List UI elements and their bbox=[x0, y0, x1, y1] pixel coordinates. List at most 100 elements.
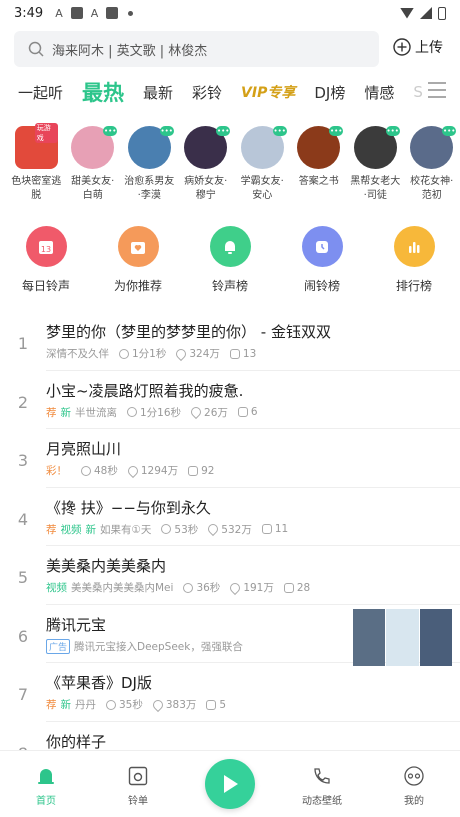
song-heat: 1294万 bbox=[140, 465, 179, 477]
add-circle-icon bbox=[393, 38, 411, 56]
song-title: 你的样子 bbox=[46, 732, 107, 751]
song-comments: 6 bbox=[250, 406, 258, 418]
ranking-button[interactable]: 排行榜 bbox=[368, 226, 460, 296]
avatar-item[interactable]: ••• 学霸女友·安心 bbox=[234, 126, 291, 212]
fire-icon bbox=[206, 521, 221, 537]
recommend-button[interactable]: 为你推荐 bbox=[92, 226, 184, 296]
avatar-label: 病娇女友·穆宁 bbox=[184, 176, 228, 201]
song-rank: 5 bbox=[17, 568, 29, 587]
status-time: 3:49 bbox=[14, 5, 44, 21]
character-avatar-row: 玩游戏 色块密室逃脱 ••• 甜美女友·白萌 ••• 治愈系男友·李漠 ••• … bbox=[8, 123, 460, 212]
song-heat: 191万 bbox=[243, 582, 274, 594]
song-rank: 4 bbox=[17, 509, 29, 529]
search-input[interactable]: 海来阿木 | 英文歌 | 林俊杰 bbox=[14, 31, 379, 67]
chat-badge-icon: ••• bbox=[442, 126, 457, 136]
ad-title: 腾讯元宝 bbox=[46, 615, 107, 634]
nav-label: 动态壁纸 bbox=[302, 796, 342, 807]
tab-listen-together[interactable]: 一起听 bbox=[18, 82, 63, 103]
avatar-item[interactable]: ••• 治愈系男友·李漠 bbox=[121, 126, 178, 212]
nav-playlist[interactable]: 铃单 bbox=[92, 751, 184, 817]
comment-meta: 5 bbox=[206, 699, 226, 711]
nav-label: 首页 bbox=[36, 796, 56, 807]
avatar-label: 校花女神·范初 bbox=[410, 176, 454, 201]
tab-vip[interactable]: VIP专享 bbox=[241, 82, 295, 102]
song-list: 1 梦里的你（梦里的梦梦里的你） - 金钰双双 深情不及久伴 1分1秒 324万… bbox=[0, 312, 460, 780]
comment-meta: 13 bbox=[229, 348, 256, 360]
duration-meta: 35秒 bbox=[106, 697, 143, 712]
tab-hottest[interactable]: 最热 bbox=[82, 77, 124, 107]
new-tag: 新 bbox=[85, 523, 97, 536]
heart-bag-icon bbox=[117, 226, 159, 267]
song-rank: 6 bbox=[17, 626, 29, 646]
playlist-icon bbox=[128, 766, 148, 786]
nav-profile[interactable]: 我的 bbox=[368, 751, 460, 817]
avatar-label: 色块密室逃脱 bbox=[11, 176, 62, 201]
ad-meta: 广告 腾讯元宝接入DeepSeek，强强联合 bbox=[46, 638, 243, 654]
avatar-item[interactable]: ••• 答案之书 bbox=[291, 126, 348, 212]
avatar-label: 答案之书 bbox=[298, 176, 339, 187]
song-comments: 28 bbox=[296, 581, 311, 594]
quick-action-label: 排行榜 bbox=[395, 279, 432, 293]
nav-live-wallpaper[interactable]: 动态壁纸 bbox=[276, 751, 368, 817]
ringtone-chart-button[interactable]: 铃声榜 bbox=[184, 226, 276, 296]
song-row[interactable]: 2 小宝~凌晨路灯照着我的疲惫. 荐 新 半世流离 1分16秒 26万 6 bbox=[18, 371, 460, 429]
avatar-item[interactable]: ••• 校花女神·范初 bbox=[404, 126, 460, 212]
tab-dj-chart[interactable]: DJ榜 bbox=[314, 82, 345, 103]
clock-icon bbox=[106, 699, 116, 710]
nav-label: 铃单 bbox=[128, 796, 148, 807]
heat-meta: 324万 bbox=[174, 346, 220, 361]
phone-video-icon bbox=[314, 768, 330, 784]
avatar-label: 治愈系男友·李漠 bbox=[124, 176, 175, 201]
home-bell-icon bbox=[38, 769, 54, 784]
ad-row[interactable]: 6 腾讯元宝 广告 腾讯元宝接入DeepSeek，强强联合 bbox=[18, 605, 460, 666]
new-tag: 新 bbox=[60, 406, 72, 419]
avatar-item[interactable]: ••• 甜美女友·白萌 bbox=[65, 126, 122, 212]
tab-ringback[interactable]: 彩铃 bbox=[192, 82, 222, 103]
quick-action-label: 铃声榜 bbox=[211, 279, 248, 293]
duration-meta: 1分16秒 bbox=[127, 405, 181, 420]
song-artist: 如果有①天 bbox=[100, 523, 152, 536]
fire-icon bbox=[174, 346, 189, 361]
tab-newest[interactable]: 最新 bbox=[143, 82, 173, 103]
comment-icon bbox=[237, 407, 248, 417]
notification-icon-2 bbox=[106, 7, 119, 19]
song-row[interactable]: 5 美美桑内美美桑内 视频 美美桑内美美桑内Mei 36秒 191万 28 bbox=[18, 546, 460, 605]
song-artist: 半世流离 bbox=[75, 406, 117, 419]
ad-thumbnail[interactable] bbox=[353, 608, 453, 666]
song-row[interactable]: 4 《搀 扶》−−与你到永久 荐 视频 新 如果有①天 53秒 532万 11 bbox=[18, 488, 460, 546]
song-title: 梦里的你（梦里的梦梦里的你） - 金钰双双 bbox=[46, 323, 331, 341]
alarm-chart-button[interactable]: 闹铃榜 bbox=[276, 226, 368, 296]
song-row[interactable]: 3 月亮照山川 彩！ 48秒 1294万 92 bbox=[18, 429, 460, 488]
song-heat: 383万 bbox=[165, 699, 197, 711]
nav-home[interactable]: 首页 bbox=[0, 751, 92, 817]
chat-badge-icon: ••• bbox=[385, 126, 400, 136]
calendar-icon: 13 bbox=[25, 226, 67, 267]
avatar-item[interactable]: ••• 黑帮女老大·司徒 bbox=[347, 126, 404, 212]
song-meta: 荐 视频 新 如果有①天 53秒 532万 11 bbox=[46, 521, 288, 537]
fire-icon bbox=[228, 580, 243, 595]
play-icon bbox=[224, 775, 238, 793]
recommend-tag: 荐 bbox=[46, 406, 57, 419]
upload-button[interactable]: 上传 bbox=[393, 37, 443, 57]
song-title: 《搀 扶》−−与你到永久 bbox=[46, 498, 211, 517]
tab-more-partial[interactable]: S bbox=[413, 83, 423, 101]
daily-ringtone-button[interactable]: 13 每日铃声 bbox=[0, 226, 92, 296]
song-comments: 92 bbox=[201, 464, 215, 477]
song-row[interactable]: 1 梦里的你（梦里的梦梦里的你） - 金钰双双 深情不及久伴 1分1秒 324万… bbox=[18, 312, 460, 371]
avatar-item-game[interactable]: 玩游戏 色块密室逃脱 bbox=[8, 123, 65, 212]
tab-menu-icon[interactable] bbox=[428, 82, 446, 98]
song-duration: 1分1秒 bbox=[132, 348, 167, 360]
heat-meta: 26万 bbox=[188, 404, 228, 420]
upload-label: 上传 bbox=[415, 40, 443, 56]
avatar: ••• bbox=[184, 126, 231, 169]
ringback-tag: 彩！ bbox=[46, 465, 67, 477]
status-bar: 3:49 A A bbox=[0, 0, 460, 26]
video-tag: 视频 bbox=[46, 582, 67, 594]
tab-emotion[interactable]: 情感 bbox=[364, 82, 394, 103]
avatar: ••• bbox=[353, 126, 400, 169]
avatar: ••• bbox=[71, 126, 118, 169]
avatar: ••• bbox=[410, 126, 457, 169]
song-row[interactable]: 7 《苹果香》DJ版 荐 新 丹丹 35秒 383万 5 bbox=[18, 663, 460, 722]
play-button[interactable] bbox=[205, 759, 255, 809]
avatar-item[interactable]: ••• 病娇女友·穆宁 bbox=[178, 126, 235, 212]
